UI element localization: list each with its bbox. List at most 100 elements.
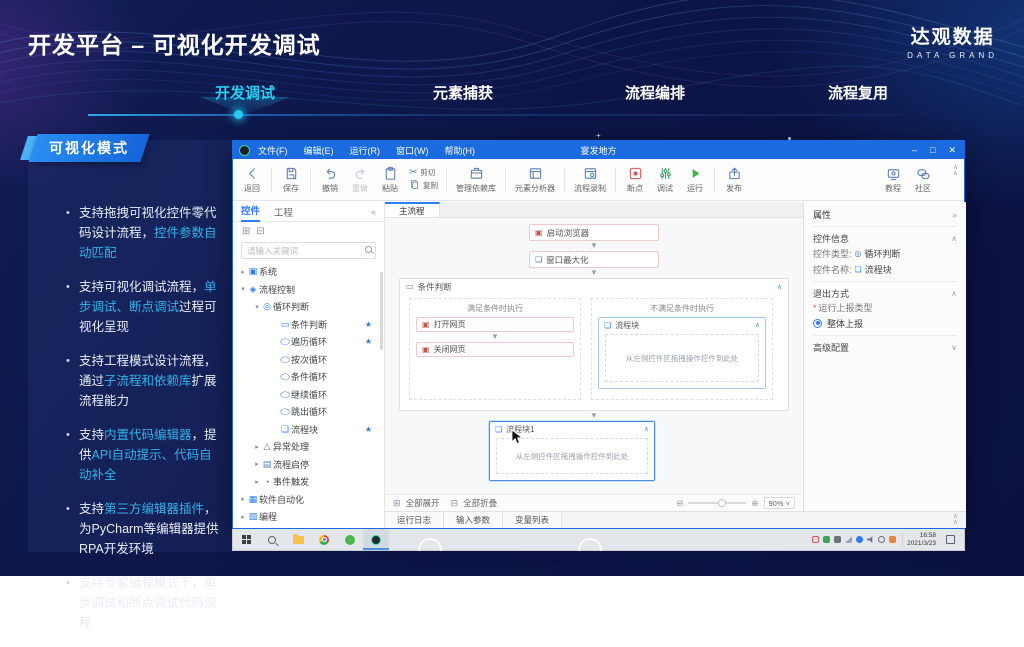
tree-item-10[interactable]: ❏流程块★ [233,421,384,439]
tree-caret-icon[interactable]: ▸ [239,495,247,503]
favorite-star-icon[interactable]: ★ [365,425,372,434]
node-maximize-window[interactable]: ❏ 窗口最大化 [529,251,659,268]
node-launch-browser[interactable]: ▣ 启动浏览器 [529,224,659,241]
toolbar-breakpoint-button[interactable]: 断点 [620,166,650,194]
menu-item-5[interactable]: 帮助(H) [445,144,476,157]
tree-caret-icon[interactable]: ▸ [239,268,247,276]
search-input[interactable] [242,246,361,256]
bluetooth-icon[interactable] [878,536,885,543]
toolbar-debug-button[interactable]: 调试 [650,166,680,194]
node-step-2[interactable]: ▣关闭网页 [416,342,574,357]
tray-gray-icon[interactable] [834,536,841,543]
volume-icon[interactable] [867,536,874,543]
favorite-star-icon[interactable]: ★ [365,337,372,346]
taskbar-search-button[interactable] [259,529,285,550]
bottom-collapse-icon[interactable]: ∧∧ [953,514,958,526]
toolbar-community-button[interactable]: 社区 [908,166,938,194]
toolbar-paste-button[interactable]: 粘贴 [375,166,405,194]
node-condition-container[interactable]: ▭ 条件判断 ∧ 满足条件时执行 ▣打开网页▼▣关闭网页 [399,278,789,411]
section-caret-icon[interactable]: ∧ [951,234,957,243]
menu-item-4[interactable]: 窗口(W) [396,144,429,157]
collapse-all-icon[interactable]: ⊟ [451,498,459,509]
tree-item-14[interactable]: ▸▦软件自动化 [233,491,384,509]
tree-item-8[interactable]: ◯继续循环 [233,386,384,404]
chrome-button[interactable] [311,529,337,550]
tray-shield-icon[interactable] [812,536,819,543]
tree-caret-icon[interactable]: ▸ [239,513,247,521]
toolbar-copy-button[interactable]: 复制 [409,179,438,192]
toolbar-save-button[interactable]: 保存 [276,166,306,194]
tree-item-6[interactable]: ◯按次循环 [233,351,384,369]
collapse-all-button[interactable]: 全部折叠 [463,497,497,509]
tab-controls[interactable]: 控件 [241,202,260,222]
nav-tab-2[interactable]: 元素捕获 [408,82,518,103]
collapse-caret-icon[interactable]: ∧ [644,425,649,433]
rpa-app-button[interactable] [363,529,389,550]
section-caret-icon[interactable]: ∧ [951,289,957,298]
taskbar-clock[interactable]: 16:58 2021/3/23 [902,532,940,547]
bottom-tab-3[interactable]: 变量列表 [503,512,562,528]
tab-main-flow[interactable]: 主流程 [385,202,440,217]
browser-360-button[interactable] [337,529,363,550]
tray-blue-icon[interactable] [856,536,863,543]
flow-canvas[interactable]: ▣ 启动浏览器 ▼ ❏ 窗口最大化 ▼ ▭ [385,218,803,494]
menu-item-2[interactable]: 编辑(E) [304,144,334,157]
node-process-block[interactable]: ❏ 流程块 ∧ 从左侧控件区拖拽操作控件到此处 [598,317,766,389]
file-explorer-button[interactable] [285,529,311,550]
bottom-tab-1[interactable]: 运行日志 [385,512,444,528]
expand-all-button[interactable]: 全部展开 [406,497,440,509]
collapse-all-icon[interactable]: ⊟ [256,226,264,237]
tree-item-7[interactable]: ◯条件循环 [233,368,384,386]
panel-collapse-icon[interactable]: « [371,207,376,217]
tree-caret-icon[interactable]: ▸ [253,478,261,486]
menu-item-3[interactable]: 运行(R) [350,144,381,157]
toolbar-publish-button[interactable]: 发布 [719,166,749,194]
tree-caret-icon[interactable]: ▸ [253,460,261,468]
tree-item-3[interactable]: ▾◎循环判断 [233,298,384,316]
start-button[interactable] [233,529,259,550]
tab-project[interactable]: 工程 [274,205,293,219]
tree-item-12[interactable]: ▸▤流程启停 [233,456,384,474]
radio-whole-report[interactable]: 整体上报 [813,315,957,331]
zoom-percent-dropdown[interactable]: 90% ˅ [764,497,795,509]
tree-item-11[interactable]: ▸△异常处理 [233,438,384,456]
toolbar-tutorial-button[interactable]: 教程 [878,166,908,194]
zoom-slider[interactable] [688,502,746,504]
toolbar-undo-button[interactable]: 撤销 [315,166,345,194]
network-icon[interactable] [845,536,852,543]
search-icon[interactable] [361,243,375,258]
expand-all-icon[interactable]: ⊞ [242,226,250,237]
panel-collapse-icon[interactable]: » [952,210,957,220]
zoom-in-icon[interactable]: ⊕ [751,498,758,509]
toolbar-analyzer-button[interactable]: 元素分析器 [510,166,560,194]
restore-button[interactable]: □ [930,145,935,155]
node-step-1[interactable]: ▣打开网页 [416,317,574,332]
toolbar-run-button[interactable]: 运行 [680,166,710,194]
panel-scrollbar[interactable] [380,272,383,350]
section-caret-icon[interactable]: ∨ [951,343,957,352]
close-button[interactable]: ✕ [948,145,956,156]
menu-item-1[interactable]: 文件(F) [258,144,288,157]
tree-item-9[interactable]: ◯跳出循环 [233,403,384,421]
nav-tab-3[interactable]: 流程编排 [600,82,710,103]
tree-item-15[interactable]: ▸▧编程 [233,508,384,526]
collapse-caret-icon[interactable]: ∧ [755,321,760,329]
tree-item-5[interactable]: ◯遍历循环★ [233,333,384,351]
tree-caret-icon[interactable]: ▾ [253,303,261,311]
toolbar-back-button[interactable]: 返回 [237,166,267,194]
toolbar-cut-button[interactable]: ✂剪切 [409,167,438,178]
bottom-tab-2[interactable]: 输入参数 [444,512,503,528]
tree-item-1[interactable]: ▸▣系统 [233,263,384,281]
favorite-star-icon[interactable]: ★ [365,320,372,329]
nav-tab-4[interactable]: 流程复用 [803,82,913,103]
minimize-button[interactable]: – [912,145,917,155]
expand-all-icon[interactable]: ⊞ [393,498,401,509]
toolbar-record-button[interactable]: 流程录制 [569,166,611,194]
collapse-caret-icon[interactable]: ∧ [777,283,782,291]
tree-item-13[interactable]: ▸◔事件触发 [233,473,384,491]
tree-item-4[interactable]: ▭条件判断★ [233,316,384,334]
action-center-icon[interactable] [946,535,955,544]
tree-caret-icon[interactable]: ▾ [239,285,247,293]
zoom-out-icon[interactable]: ⊖ [676,498,683,509]
toolbar-collapse-icon[interactable]: ∧∧ [953,165,958,177]
